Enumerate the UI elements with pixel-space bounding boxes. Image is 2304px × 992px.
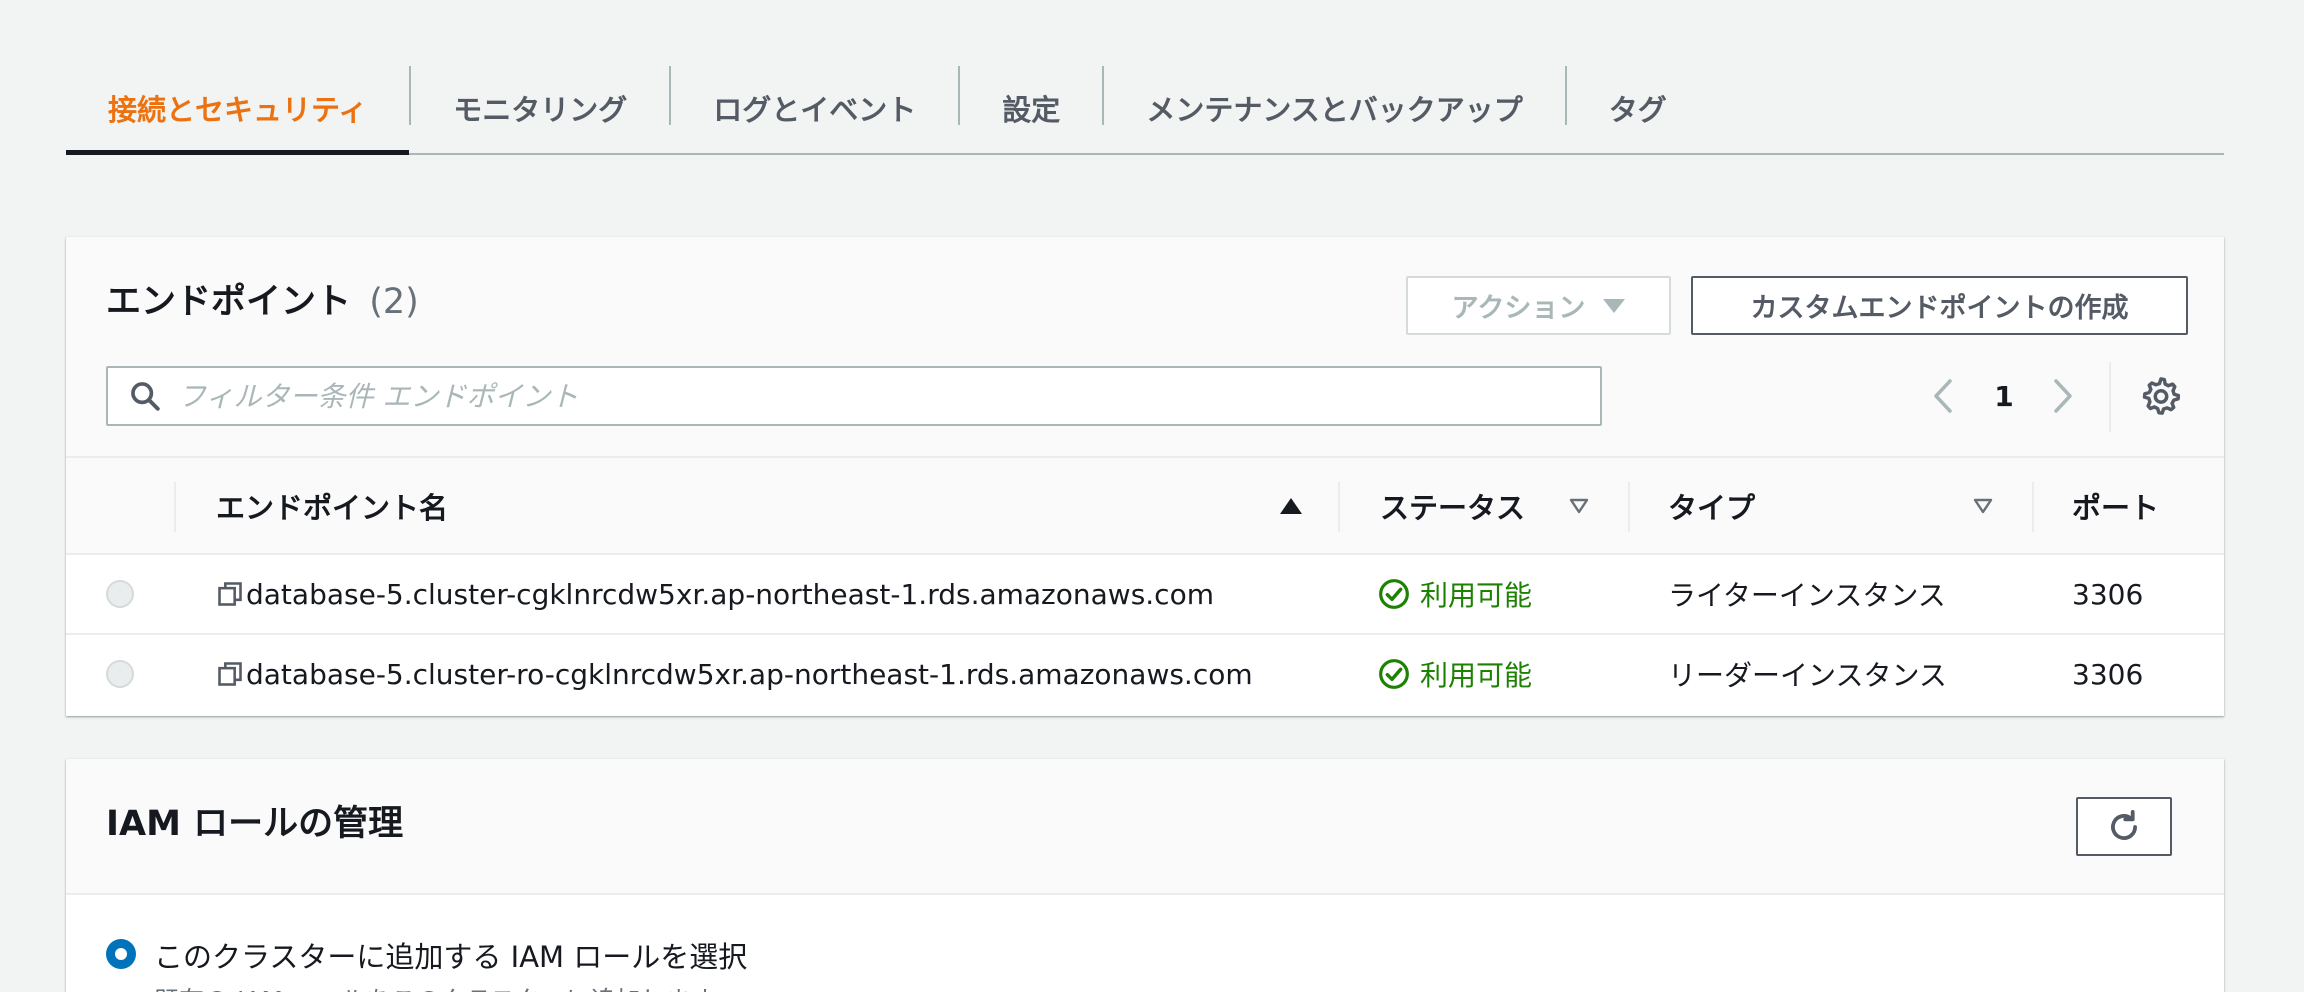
endpoint-filter[interactable] [106, 366, 1602, 426]
sort-descending-icon[interactable] [1973, 498, 1993, 514]
endpoints-count: (2) [369, 282, 419, 322]
refresh-button[interactable] [2076, 797, 2172, 856]
iam-panel-body: このクラスターに追加する IAM ロールを選択 既存の IAM ロールをこのクラ… [66, 895, 2224, 992]
chevron-right-icon [2054, 379, 2072, 413]
column-divider [174, 482, 176, 532]
actions-dropdown-button[interactable]: アクション [1406, 276, 1671, 335]
endpoint-name: database-5.cluster-cgklnrcdw5xr.ap-north… [246, 577, 1214, 611]
type-cell: リーダーインスタンス [1668, 659, 1947, 692]
row-radio[interactable] [106, 660, 134, 688]
column-header-status[interactable]: ステータス [1380, 458, 1525, 553]
column-header-type[interactable]: タイプ [1668, 458, 1755, 553]
table-header: エンドポイント名 ステータス タイプ ポート [66, 456, 2224, 555]
port-cell: 3306 [2072, 657, 2144, 691]
type-cell: ライターインスタンス [1668, 579, 1946, 612]
status-cell: 利用可能 [1378, 635, 1532, 713]
tab-connectivity-security[interactable]: 接続とセキュリティ [66, 62, 410, 155]
search-icon [131, 382, 160, 411]
iam-option-label[interactable]: このクラスターに追加する IAM ロールを選択 [154, 934, 747, 976]
check-circle-icon [1379, 579, 1409, 609]
current-page[interactable]: 1 [1984, 370, 2024, 422]
endpoint-name: database-5.cluster-ro-cgklnrcdw5xr.ap-no… [246, 657, 1253, 691]
tab-bar: 接続とセキュリティ モニタリング ログとイベント 設定 メンテナンスとバックアッ… [66, 62, 2224, 155]
endpoints-title-text: エンドポイント [106, 282, 352, 322]
port-cell: 3306 [2072, 577, 2144, 611]
iam-title: IAM ロールの管理 [106, 804, 404, 844]
copy-icon[interactable] [216, 580, 244, 608]
caret-down-icon [1603, 298, 1626, 313]
chevron-left-icon [1934, 379, 1952, 413]
tab-monitoring[interactable]: モニタリング [411, 62, 669, 153]
endpoints-table: エンドポイント名 ステータス タイプ ポート database-5.cluste… [66, 456, 2224, 715]
refresh-icon [2111, 809, 2137, 840]
column-divider [2032, 482, 2034, 532]
tab-configuration[interactable]: 設定 [960, 62, 1102, 153]
endpoint-name-cell: database-5.cluster-cgklnrcdw5xr.ap-north… [216, 555, 1214, 633]
tab-maintenance-backups[interactable]: メンテナンスとバックアップ [1104, 62, 1564, 153]
endpoints-title: エンドポイント (2) [106, 273, 419, 324]
status-cell: 利用可能 [1378, 555, 1532, 633]
tab-tags[interactable]: タグ [1567, 62, 1709, 153]
column-header-port[interactable]: ポート [2072, 458, 2159, 553]
tab-logs-events[interactable]: ログとイベント [671, 62, 958, 153]
check-circle-icon [1379, 659, 1409, 689]
gear-icon[interactable] [2142, 377, 2180, 415]
copy-icon[interactable] [216, 660, 244, 688]
previous-page-button[interactable] [1928, 370, 1958, 422]
column-header-name[interactable]: エンドポイント名 [216, 458, 448, 553]
column-divider [1338, 482, 1340, 532]
actions-label: アクション [1451, 293, 1586, 324]
table-row[interactable]: database-5.cluster-cgklnrcdw5xr.ap-north… [66, 555, 2224, 635]
search-input[interactable] [178, 379, 1528, 413]
table-row[interactable]: database-5.cluster-ro-cgklnrcdw5xr.ap-no… [66, 635, 2224, 715]
iam-roles-panel: IAM ロールの管理 このクラスターに追加する IAM ロールを選択 既存の I… [66, 759, 2224, 992]
create-label: カスタムエンドポイントの作成 [1750, 293, 2129, 324]
pager-divider [2109, 362, 2111, 432]
iam-option-description: 既存の IAM ロールをこのクラスターに追加します。 [154, 981, 738, 992]
create-custom-endpoint-button[interactable]: カスタムエンドポイントの作成 [1691, 276, 2188, 335]
column-divider [1628, 482, 1630, 532]
sort-descending-icon[interactable] [1569, 498, 1589, 514]
row-radio[interactable] [106, 580, 134, 608]
next-page-button[interactable] [2048, 370, 2078, 422]
status-text: 利用可能 [1420, 659, 1533, 692]
endpoints-panel: エンドポイント (2) アクション カスタムエンドポイントの作成 1 エンドポイ… [66, 237, 2224, 716]
endpoint-name-cell: database-5.cluster-ro-cgklnrcdw5xr.ap-no… [216, 635, 1253, 713]
status-text: 利用可能 [1420, 579, 1533, 612]
iam-panel-header: IAM ロールの管理 [66, 759, 2224, 895]
iam-role-radio[interactable] [106, 939, 136, 969]
sort-ascending-icon[interactable] [1280, 498, 1302, 514]
